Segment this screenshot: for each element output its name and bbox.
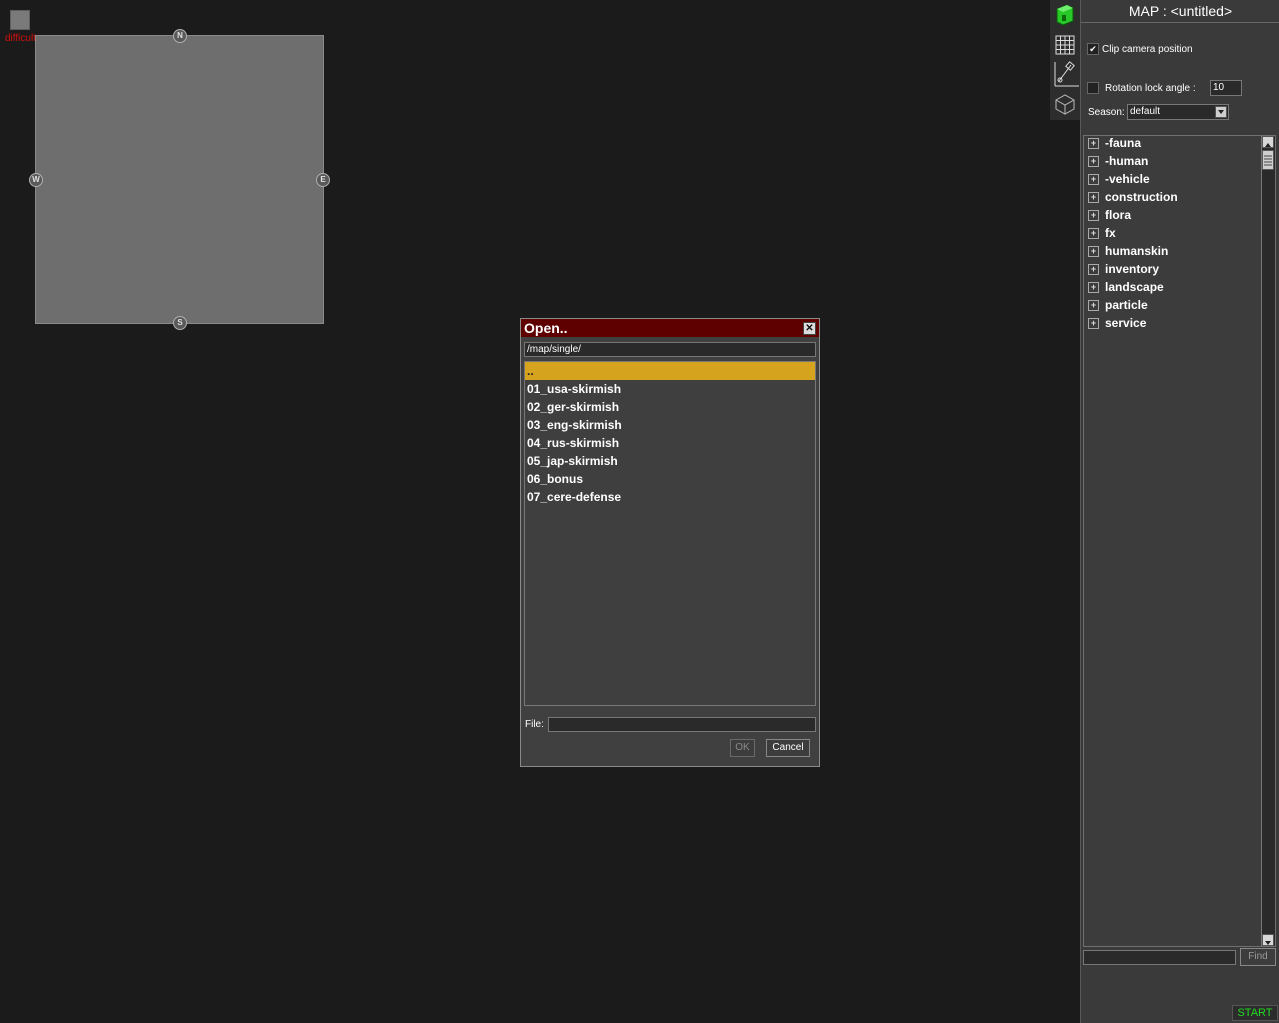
expand-icon[interactable]: +: [1088, 192, 1099, 204]
minimap-corner-button[interactable]: [10, 10, 30, 30]
tree-item[interactable]: + particle: [1088, 298, 1148, 316]
building-tool-icon[interactable]: [1053, 2, 1077, 26]
tree-item[interactable]: + landscape: [1088, 280, 1164, 298]
expand-icon[interactable]: +: [1088, 138, 1099, 150]
dialog-title: Open..: [521, 319, 819, 337]
tool-column: [1050, 0, 1080, 120]
file-list-item[interactable]: ..: [525, 362, 815, 380]
close-icon[interactable]: ✕: [803, 322, 816, 335]
expand-icon[interactable]: +: [1088, 228, 1099, 240]
expand-icon[interactable]: +: [1088, 318, 1099, 330]
compass-north[interactable]: N: [173, 29, 187, 43]
clip-camera-checkbox[interactable]: ✔: [1087, 43, 1099, 55]
find-button[interactable]: Find: [1240, 948, 1276, 966]
chevron-down-icon[interactable]: [1215, 106, 1227, 118]
file-name-input[interactable]: [548, 717, 816, 732]
file-list-item[interactable]: 02_ger-skirmish: [525, 398, 815, 416]
file-list-item[interactable]: 03_eng-skirmish: [525, 416, 815, 434]
cancel-button[interactable]: Cancel: [766, 739, 810, 757]
start-button[interactable]: START: [1232, 1005, 1278, 1021]
tree-item[interactable]: + -vehicle: [1088, 172, 1150, 190]
grid-tool-icon[interactable]: [1053, 33, 1077, 57]
right-panel: MAP : <untitled> ✔ Clip camera position …: [1080, 0, 1279, 1023]
season-label: Season:: [1088, 107, 1125, 118]
expand-icon[interactable]: +: [1088, 282, 1099, 294]
tree-item[interactable]: + -fauna: [1088, 136, 1141, 154]
expand-icon[interactable]: +: [1088, 246, 1099, 258]
expand-icon[interactable]: +: [1088, 210, 1099, 222]
compass-west[interactable]: W: [29, 173, 43, 187]
rotation-lock-checkbox[interactable]: [1087, 82, 1099, 94]
file-list[interactable]: .. 01_usa-skirmish 02_ger-skirmish 03_en…: [524, 361, 816, 706]
file-list-item[interactable]: 07_cere-defense: [525, 488, 815, 506]
tree-item[interactable]: + inventory: [1088, 262, 1159, 280]
expand-icon[interactable]: +: [1088, 156, 1099, 168]
file-list-item[interactable]: 06_bonus: [525, 470, 815, 488]
map-title: MAP : <untitled>: [1128, 3, 1233, 19]
file-list-item[interactable]: 01_usa-skirmish: [525, 380, 815, 398]
box-tool-icon[interactable]: [1053, 92, 1077, 116]
tree-item[interactable]: + service: [1088, 316, 1146, 334]
compass-south[interactable]: S: [173, 316, 187, 330]
asset-search-input[interactable]: [1083, 950, 1236, 965]
tree-scrollbar[interactable]: [1261, 136, 1275, 946]
tree-item[interactable]: + -human: [1088, 154, 1148, 172]
expand-icon[interactable]: +: [1088, 264, 1099, 276]
expand-icon[interactable]: +: [1088, 174, 1099, 186]
scroll-thumb[interactable]: [1262, 150, 1274, 170]
rotation-lock-angle-input[interactable]: 10: [1210, 80, 1242, 96]
expand-icon[interactable]: +: [1088, 300, 1099, 312]
minimap[interactable]: [35, 35, 324, 324]
tree-item[interactable]: + fx: [1088, 226, 1116, 244]
path-field[interactable]: /map/single/: [524, 342, 816, 357]
scroll-up-icon[interactable]: [1262, 136, 1274, 148]
file-list-item[interactable]: 05_jap-skirmish: [525, 452, 815, 470]
file-label: File:: [525, 719, 544, 730]
ok-button[interactable]: OK: [730, 739, 755, 757]
asset-tree[interactable]: + -fauna + -human + -vehicle + construction …: [1083, 135, 1276, 947]
tree-item[interactable]: + flora: [1088, 208, 1131, 226]
scroll-down-icon[interactable]: [1262, 934, 1274, 946]
file-list-item[interactable]: 04_rus-skirmish: [525, 434, 815, 452]
season-select[interactable]: default: [1127, 104, 1229, 120]
measure-tool-icon[interactable]: [1053, 60, 1079, 88]
clip-camera-label: Clip camera position: [1102, 44, 1193, 55]
tree-item[interactable]: + humanskin: [1088, 244, 1168, 262]
tree-item[interactable]: + construction: [1088, 190, 1178, 208]
open-dialog: Open.. ✕ /map/single/ .. 01_usa-skirmish…: [520, 318, 820, 767]
compass-east[interactable]: E: [316, 173, 330, 187]
season-value: default: [1130, 106, 1161, 117]
rotation-lock-label: Rotation lock angle :: [1105, 83, 1196, 94]
